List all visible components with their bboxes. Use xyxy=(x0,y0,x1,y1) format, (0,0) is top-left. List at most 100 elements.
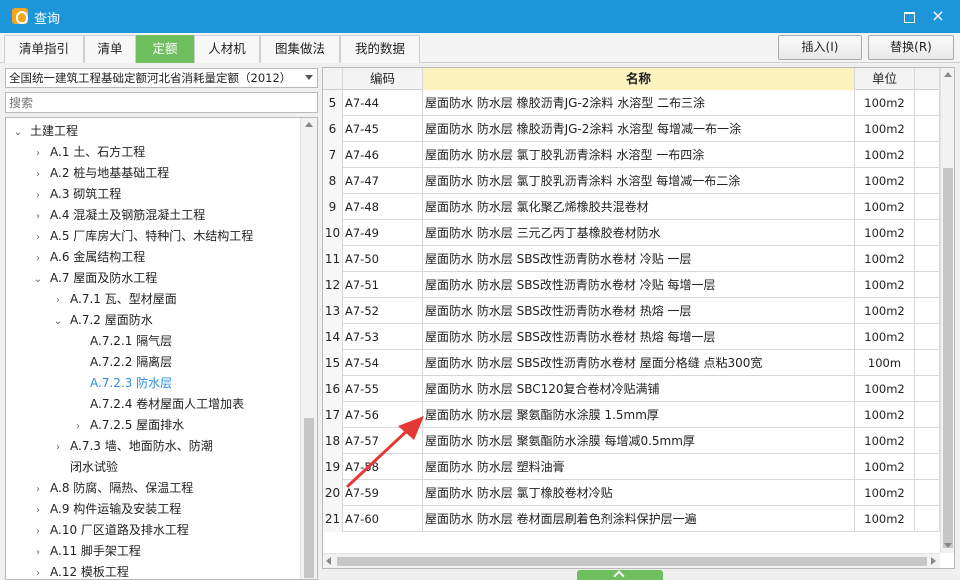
maximize-button[interactable] xyxy=(898,6,918,26)
chevron-right-icon[interactable]: › xyxy=(32,143,44,164)
tree-node[interactable]: › A.7.2.5 屋面排水 xyxy=(72,415,184,436)
tree-node[interactable]: › A.5 厂库房大门、特种门、木结构工程 xyxy=(32,226,253,247)
table-row[interactable]: 13 A7-52 屋面防水 防水层 SBS改性沥青防水卷材 热熔 一层 100m2 xyxy=(323,298,940,324)
quota-name: 屋面防水 防水层 SBS改性沥青防水卷材 屋面分格缝 点粘300宽 xyxy=(423,350,855,376)
row-extra xyxy=(915,480,940,506)
quota-name: 屋面防水 防水层 氯丁胶乳沥青涂料 水溶型 一布四涂 xyxy=(423,142,855,168)
tree-node-label: A.7.2.5 屋面排水 xyxy=(90,418,185,432)
table-row[interactable]: 14 A7-53 屋面防水 防水层 SBS改性沥青防水卷材 热熔 每增一层 100m2 xyxy=(323,324,940,350)
chevron-down-icon[interactable]: ⌄ xyxy=(32,269,44,290)
table-row[interactable]: 15 A7-54 屋面防水 防水层 SBS改性沥青防水卷材 屋面分格缝 点粘300宽… xyxy=(323,350,940,376)
chevron-down-icon[interactable]: ⌄ xyxy=(52,311,64,332)
table-row[interactable]: 8 A7-47 屋面防水 防水层 氯丁胶乳沥青涂料 水溶型 每增减一布二涂 100m2 xyxy=(323,168,940,194)
tab-bill-guide[interactable]: 清单指引 xyxy=(4,35,84,63)
chevron-right-icon[interactable]: › xyxy=(32,542,44,563)
tab-atlas-method[interactable]: 图集做法 xyxy=(260,35,340,63)
table-row[interactable]: 21 A7-60 屋面防水 防水层 卷材面层刷着色剂涂料保护层一遍 100m2 xyxy=(323,506,940,532)
quota-unit: 100m2 xyxy=(855,324,915,350)
tree-node[interactable]: A.7.2.3 防水层 xyxy=(72,373,172,394)
grid-vertical-scrollbar[interactable] xyxy=(940,68,954,553)
tree-node[interactable]: › A.4 混凝土及钢筋混凝土工程 xyxy=(32,205,205,226)
close-button[interactable]: × xyxy=(928,6,948,26)
tree-node[interactable]: ⌄ A.7.2 屋面防水 xyxy=(52,310,153,331)
table-row[interactable]: 16 A7-55 屋面防水 防水层 SBC120复合卷材冷贴满铺 100m2 xyxy=(323,376,940,402)
chevron-right-icon[interactable]: › xyxy=(32,521,44,542)
table-row[interactable]: 9 A7-48 屋面防水 防水层 氯化聚乙烯橡胶共混卷材 100m2 xyxy=(323,194,940,220)
tree-node[interactable]: A.7.2.2 隔离层 xyxy=(72,352,172,373)
tree-node[interactable]: › A.7.3 墙、地面防水、防潮 xyxy=(52,436,213,457)
header-name[interactable]: 名称 xyxy=(423,68,855,90)
chevron-down-icon[interactable] xyxy=(305,75,313,80)
quota-library-select[interactable]: 全国统一建筑工程基础定额河北省消耗量定额（2012） xyxy=(5,68,318,88)
insert-button[interactable]: 插入(I) xyxy=(778,35,862,60)
quota-name: 屋面防水 防水层 橡胶沥青JG-2涂料 水溶型 每增减一布一涂 xyxy=(423,116,855,142)
tree-node[interactable]: A.7.2.4 卷材屋面人工增加表 xyxy=(72,394,244,415)
scroll-up-icon[interactable] xyxy=(305,122,313,127)
table-row[interactable]: 10 A7-49 屋面防水 防水层 三元乙丙丁基橡胶卷材防水 100m2 xyxy=(323,220,940,246)
header-extra xyxy=(915,68,940,90)
row-extra xyxy=(915,194,940,220)
replace-button[interactable]: 替换(R) xyxy=(868,35,954,60)
header-code[interactable]: 编码 xyxy=(343,68,423,90)
tree-node[interactable]: › A.10 厂区道路及排水工程 xyxy=(32,520,189,541)
tree-node[interactable]: › A.3 砌筑工程 xyxy=(32,184,121,205)
chevron-right-icon[interactable]: › xyxy=(32,185,44,206)
tab-labor-material-machine[interactable]: 人材机 xyxy=(194,35,260,63)
table-row[interactable]: 5 A7-44 屋面防水 防水层 橡胶沥青JG-2涂料 水溶型 二布三涂 100m2 xyxy=(323,90,940,116)
chevron-right-icon[interactable]: › xyxy=(32,248,44,269)
table-row[interactable]: 19 A7-58 屋面防水 防水层 塑料油膏 100m2 xyxy=(323,454,940,480)
table-row[interactable]: 7 A7-46 屋面防水 防水层 氯丁胶乳沥青涂料 水溶型 一布四涂 100m2 xyxy=(323,142,940,168)
tree-node-label: A.7.2.3 防水层 xyxy=(90,376,173,390)
tree-node-label: A.7.2.1 隔气层 xyxy=(90,334,173,348)
chevron-right-icon[interactable]: › xyxy=(32,563,44,579)
chevron-right-icon[interactable]: › xyxy=(32,164,44,185)
chevron-right-icon[interactable]: › xyxy=(32,227,44,248)
tree-node[interactable]: ⌄ 土建工程 xyxy=(12,121,78,142)
tree-scrollbar[interactable] xyxy=(300,118,317,579)
grid-hscroll-thumb[interactable] xyxy=(337,557,927,566)
chevron-right-icon[interactable]: › xyxy=(32,206,44,227)
scroll-down-icon[interactable] xyxy=(944,543,952,548)
table-row[interactable]: 20 A7-59 屋面防水 防水层 氯丁橡胶卷材冷贴 100m2 xyxy=(323,480,940,506)
table-row[interactable]: 12 A7-51 屋面防水 防水层 SBS改性沥青防水卷材 冷贴 每增一层 100m2 xyxy=(323,272,940,298)
tree-node[interactable]: › A.7.1 瓦、型材屋面 xyxy=(52,289,177,310)
tree-scroll-thumb[interactable] xyxy=(304,418,314,578)
scroll-up-icon[interactable] xyxy=(944,72,952,77)
tree-node[interactable]: › A.2 桩与地基基础工程 xyxy=(32,163,169,184)
tab-my-data[interactable]: 我的数据 xyxy=(340,35,420,63)
quota-code: A7-46 xyxy=(343,142,423,168)
row-number: 9 xyxy=(323,194,343,220)
table-row[interactable]: 18 A7-57 屋面防水 防水层 聚氨酯防水涂膜 每增减0.5mm厚 100m2 xyxy=(323,428,940,454)
tree-node[interactable]: › A.8 防腐、隔热、保温工程 xyxy=(32,478,193,499)
row-number: 6 xyxy=(323,116,343,142)
tree-node[interactable]: › A.11 脚手架工程 xyxy=(32,541,141,562)
collapse-panel-button[interactable] xyxy=(577,570,663,580)
grid-horizontal-scrollbar[interactable] xyxy=(323,553,940,568)
row-extra xyxy=(915,324,940,350)
tree-node[interactable]: › A.1 土、石方工程 xyxy=(32,142,145,163)
tab-quota[interactable]: 定额 xyxy=(136,35,194,63)
quota-name: 屋面防水 防水层 氯化聚乙烯橡胶共混卷材 xyxy=(423,194,855,220)
chevron-right-icon[interactable]: › xyxy=(32,500,44,521)
chevron-right-icon[interactable]: › xyxy=(72,416,84,437)
header-unit[interactable]: 单位 xyxy=(855,68,915,90)
table-row[interactable]: 6 A7-45 屋面防水 防水层 橡胶沥青JG-2涂料 水溶型 每增减一布一涂 100… xyxy=(323,116,940,142)
search-input[interactable] xyxy=(5,92,318,113)
tab-bill[interactable]: 清单 xyxy=(84,35,136,63)
tree-node[interactable]: › A.6 金属结构工程 xyxy=(32,247,145,268)
chevron-down-icon[interactable]: ⌄ xyxy=(12,122,24,143)
chevron-right-icon[interactable]: › xyxy=(52,437,64,458)
chevron-right-icon[interactable]: › xyxy=(52,290,64,311)
table-row[interactable]: 11 A7-50 屋面防水 防水层 SBS改性沥青防水卷材 冷贴 一层 100m2 xyxy=(323,246,940,272)
tree-node[interactable]: A.7.2.1 隔气层 xyxy=(72,331,172,352)
tree-node[interactable]: › A.9 构件运输及安装工程 xyxy=(32,499,181,520)
tree-node[interactable]: ⌄ A.7 屋面及防水工程 xyxy=(32,268,157,289)
grid-vscroll-thumb[interactable] xyxy=(943,168,953,548)
scroll-left-icon[interactable] xyxy=(326,557,331,565)
table-row[interactable]: 17 A7-56 屋面防水 防水层 聚氨酯防水涂膜 1.5mm厚 100m2 xyxy=(323,402,940,428)
tree-node[interactable]: › A.12 模板工程 xyxy=(32,562,129,579)
chevron-right-icon[interactable]: › xyxy=(32,479,44,500)
scroll-right-icon[interactable] xyxy=(931,557,936,565)
window-title: 查询 xyxy=(34,12,61,27)
tree-node[interactable]: 闭水试验 xyxy=(52,457,118,478)
